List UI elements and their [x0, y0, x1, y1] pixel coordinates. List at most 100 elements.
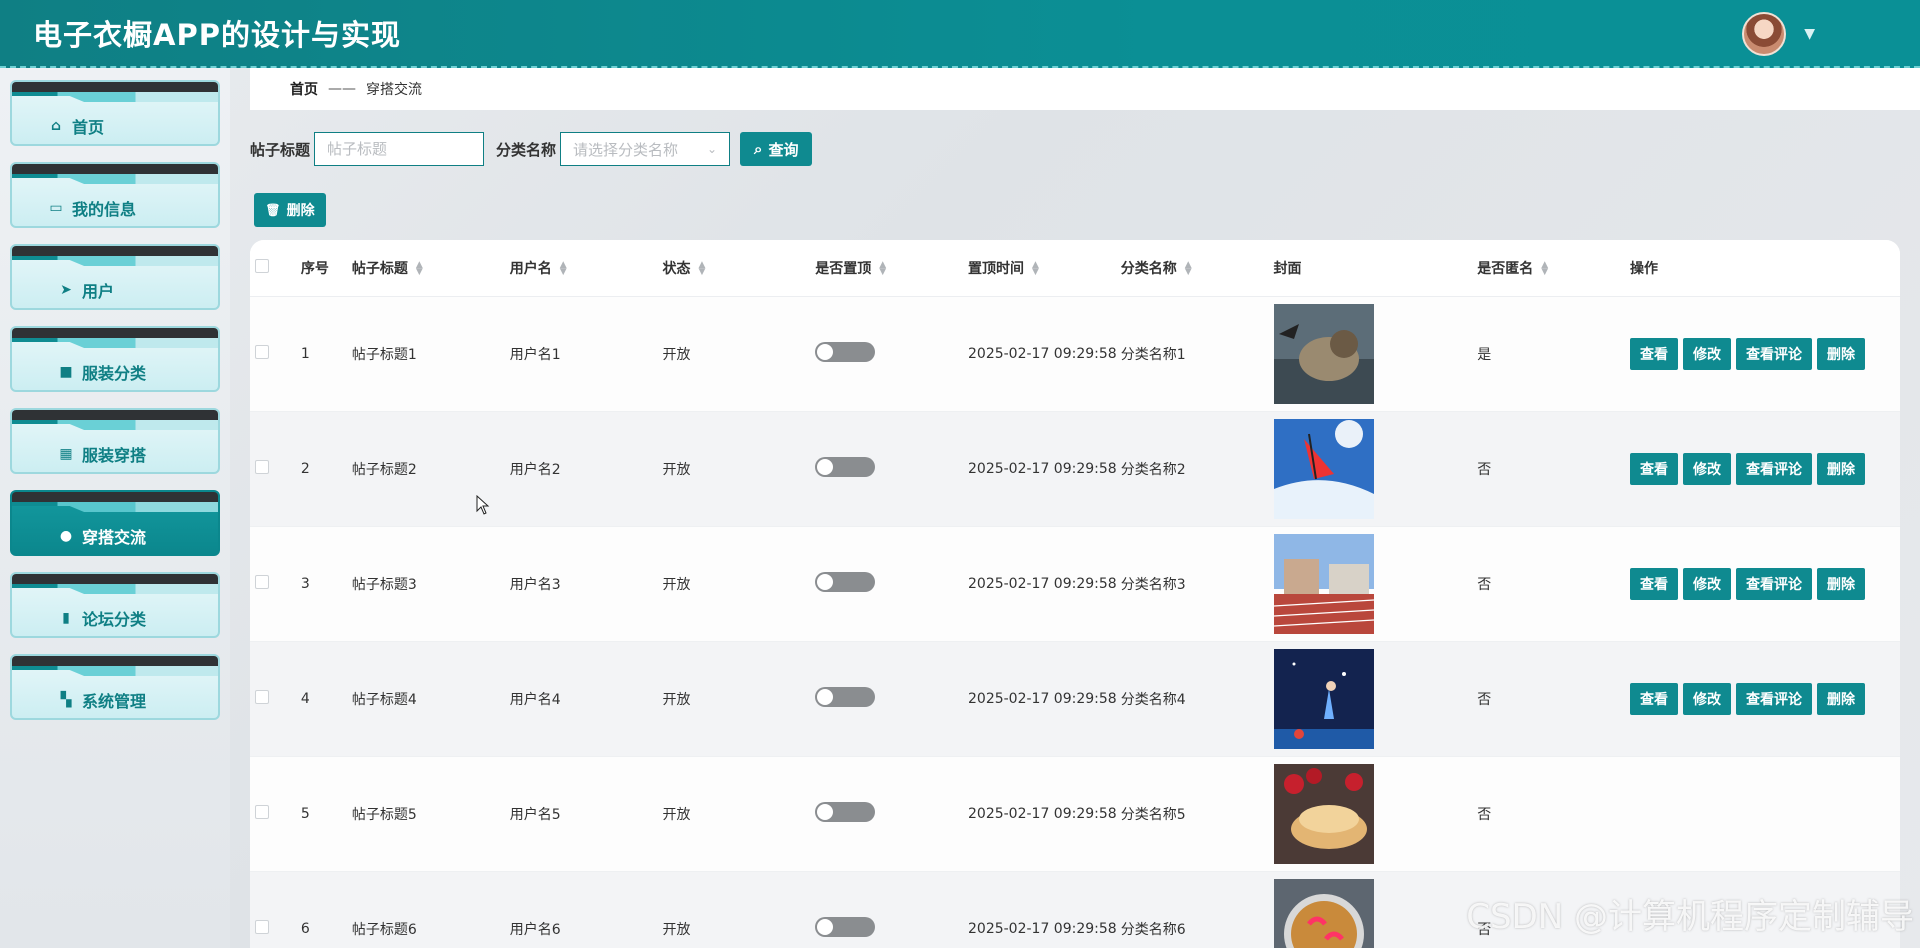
breadcrumb-home[interactable]: 首页: [290, 79, 318, 99]
cell-pinned: [815, 641, 968, 757]
cover-image[interactable]: [1273, 533, 1374, 634]
cell-pin-time: 2025-02-17 09:29:58: [968, 411, 1121, 527]
view-button[interactable]: 查看: [1630, 682, 1678, 715]
cover-image[interactable]: [1273, 878, 1374, 948]
cell-cover: [1273, 411, 1478, 527]
cover-image[interactable]: [1273, 418, 1374, 519]
pin-toggle[interactable]: [815, 916, 876, 937]
col-status[interactable]: 状态 ▲ ▼: [662, 240, 816, 297]
pin-toggle[interactable]: [815, 801, 876, 822]
sidebar-item-label: 服装穿搭: [82, 446, 147, 465]
title-search-input[interactable]: [314, 132, 485, 166]
cell-cover: [1273, 296, 1478, 412]
app-title: 电子衣橱APP的设计与实现: [33, 18, 401, 52]
select-all-checkbox[interactable]: [255, 258, 269, 273]
sidebar-item-label: 论坛分类: [82, 610, 147, 629]
cover-image[interactable]: [1273, 303, 1374, 404]
cell-username: 用户名4: [509, 641, 663, 757]
table-row: 2 帖子标题2 用户名2 开放 2025-02-17 09:29:58 分类名称2 否查看修…: [250, 411, 1900, 527]
view-comments-button[interactable]: 查看评论: [1736, 452, 1812, 485]
sidebar-item-my-info[interactable]: ▭ 我的信息: [10, 162, 220, 228]
query-button-label: 查询: [768, 141, 799, 159]
view-comments-button[interactable]: 查看评论: [1736, 337, 1812, 370]
col-category[interactable]: 分类名称 ▲ ▼: [1120, 240, 1274, 297]
category-select[interactable]: 请选择分类名称 ⌄: [560, 132, 731, 166]
sidebar-item-home[interactable]: ⌂ 首页: [10, 80, 220, 146]
cell-pin-time: 2025-02-17 09:29:58: [968, 296, 1121, 412]
delete-button[interactable]: 删除: [1817, 682, 1865, 715]
id-card-icon: ▭: [49, 200, 63, 216]
home-icon: ⌂: [50, 118, 62, 134]
pin-toggle[interactable]: [815, 456, 876, 477]
cell-pinned: [815, 871, 968, 948]
cell-index: 2: [300, 411, 352, 527]
cell-anonymous: 否: [1477, 411, 1630, 527]
pin-toggle[interactable]: [815, 686, 876, 707]
cell-anonymous: 是: [1477, 296, 1630, 412]
cell-title: 帖子标题5: [351, 756, 510, 872]
sidebar-item-label: 穿搭交流: [82, 528, 147, 547]
delete-button[interactable]: 删除: [1817, 452, 1865, 485]
cell-status: 开放: [662, 526, 816, 642]
view-button[interactable]: 查看: [1630, 337, 1678, 370]
chevron-down-icon: ⌄: [706, 142, 718, 156]
sort-icon: ▲ ▼: [1032, 259, 1039, 277]
trash-icon: 🗑: [265, 203, 281, 217]
edit-button[interactable]: 修改: [1683, 567, 1731, 600]
query-button[interactable]: ⌕ 查询: [740, 132, 813, 166]
row-checkbox[interactable]: [255, 459, 269, 474]
cover-image[interactable]: [1273, 763, 1374, 864]
col-pin-time[interactable]: 置顶时间 ▲ ▼: [968, 240, 1121, 297]
title-search-label: 帖子标题: [250, 140, 311, 159]
view-comments-button[interactable]: 查看评论: [1736, 567, 1812, 600]
sidebar-item-label: 服装分类: [82, 364, 147, 383]
col-actions: 操作: [1630, 240, 1900, 297]
cell-index: 1: [300, 296, 352, 412]
pin-toggle[interactable]: [815, 571, 876, 592]
cover-image[interactable]: [1273, 648, 1374, 749]
row-checkbox[interactable]: [255, 344, 269, 359]
sidebar-item-system[interactable]: ▚ 系统管理: [10, 654, 220, 720]
delete-button[interactable]: 删除: [1817, 567, 1865, 600]
batch-delete-label: 删除: [286, 203, 315, 219]
cell-username: 用户名2: [509, 411, 663, 527]
batch-delete-button[interactable]: 🗑 删除: [254, 193, 326, 227]
row-checkbox[interactable]: [255, 919, 269, 934]
row-checkbox[interactable]: [255, 574, 269, 589]
cell-username: 用户名5: [509, 756, 663, 872]
row-checkbox[interactable]: [255, 804, 269, 819]
cell-pin-time: 2025-02-17 09:29:58: [968, 526, 1121, 642]
cell-anonymous: 否: [1477, 641, 1630, 757]
sort-icon: ▲ ▼: [415, 259, 423, 277]
cell-cover: [1273, 641, 1478, 757]
col-username[interactable]: 用户名 ▲ ▼: [509, 240, 663, 297]
sidebar-item-outfit-exchange[interactable]: ● 穿搭交流: [10, 490, 220, 556]
sidebar-item-label: 我的信息: [72, 200, 137, 219]
col-anonymous[interactable]: 是否匿名 ▲ ▼: [1477, 240, 1630, 297]
delete-button[interactable]: 删除: [1817, 337, 1865, 370]
user-menu[interactable]: ▼: [1742, 12, 1815, 56]
cell-title: 帖子标题3: [351, 526, 510, 642]
view-button[interactable]: 查看: [1630, 452, 1678, 485]
pin-toggle[interactable]: [815, 341, 876, 362]
user-avatar[interactable]: [1742, 12, 1787, 56]
view-button[interactable]: 查看: [1630, 567, 1678, 600]
sidebar-item-users[interactable]: ➤ 用户: [10, 244, 220, 310]
col-index: 序号: [300, 240, 352, 297]
edit-button[interactable]: 修改: [1683, 682, 1731, 715]
col-title[interactable]: 帖子标题 ▲ ▼: [351, 240, 510, 297]
sidebar-item-outfits[interactable]: ▦ 服装穿搭: [10, 408, 220, 474]
row-checkbox[interactable]: [255, 689, 269, 704]
edit-button[interactable]: 修改: [1683, 452, 1731, 485]
sidebar-item-clothing-category[interactable]: ■ 服装分类: [10, 326, 220, 392]
cell-status: 开放: [662, 641, 816, 757]
chevron-down-icon[interactable]: ▼: [1804, 26, 1815, 42]
cell-status: 开放: [662, 756, 816, 872]
cell-actions: 查看 修改 查看评论 删除: [1630, 411, 1900, 527]
view-comments-button[interactable]: 查看评论: [1736, 682, 1812, 715]
cell-username: 用户名6: [509, 871, 663, 948]
cell-category: 分类名称3: [1120, 526, 1274, 642]
sidebar-item-forum-category[interactable]: ▮ 论坛分类: [10, 572, 220, 638]
edit-button[interactable]: 修改: [1683, 337, 1731, 370]
col-pinned[interactable]: 是否置顶 ▲ ▼: [815, 240, 968, 297]
